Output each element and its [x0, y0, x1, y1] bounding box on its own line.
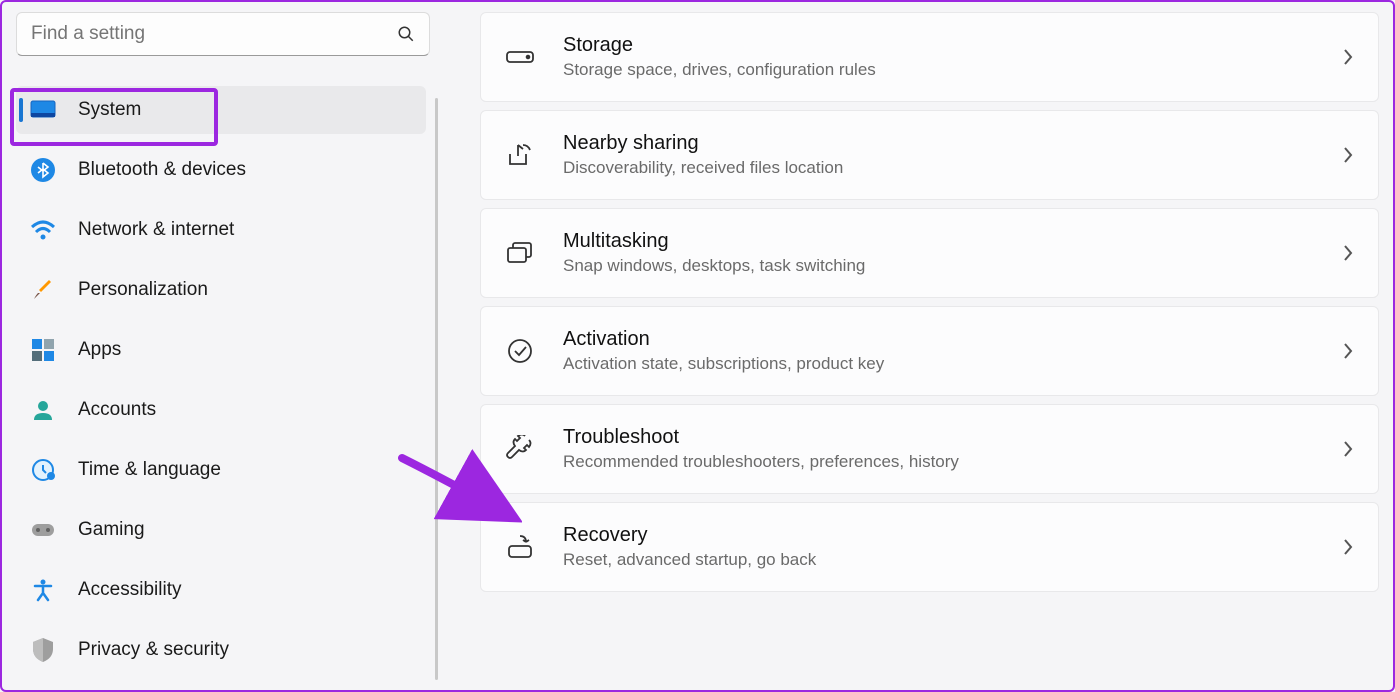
sidebar-item-gaming[interactable]: Gaming — [16, 506, 426, 554]
gamepad-icon — [30, 517, 56, 543]
brush-icon — [30, 277, 56, 303]
card-sub: Discoverability, received files location — [563, 158, 1342, 178]
sidebar-item-label: Accounts — [78, 399, 156, 421]
sidebar-item-label: System — [78, 99, 141, 121]
sidebar-item-label: Time & language — [78, 459, 221, 481]
share-icon — [499, 142, 541, 168]
storage-icon — [499, 48, 541, 66]
sidebar-item-label: Bluetooth & devices — [78, 159, 246, 181]
sidebar-item-label: Network & internet — [78, 219, 234, 241]
chevron-right-icon — [1342, 47, 1354, 67]
search-box[interactable] — [16, 12, 430, 56]
sidebar-item-time[interactable]: Time & language — [16, 446, 426, 494]
card-activation[interactable]: Activation Activation state, subscriptio… — [480, 306, 1379, 396]
card-multitasking[interactable]: Multitasking Snap windows, desktops, tas… — [480, 208, 1379, 298]
sidebar-item-personalization[interactable]: Personalization — [16, 266, 426, 314]
check-icon — [499, 338, 541, 364]
card-recovery[interactable]: Recovery Reset, advanced startup, go bac… — [480, 502, 1379, 592]
clock-icon — [30, 457, 56, 483]
access-icon — [30, 577, 56, 603]
chevron-right-icon — [1342, 439, 1354, 459]
wrench-icon — [499, 435, 541, 463]
card-sub: Recommended troubleshooters, preferences… — [563, 452, 1342, 472]
stack-icon — [499, 241, 541, 265]
sidebar-item-label: Gaming — [78, 519, 145, 541]
chevron-right-icon — [1342, 145, 1354, 165]
sidebar: System Bluetooth & devices Network & int… — [2, 2, 450, 690]
card-title: Storage — [563, 34, 1342, 57]
sidebar-item-network[interactable]: Network & internet — [16, 206, 426, 254]
nav-list: System Bluetooth & devices Network & int… — [16, 86, 450, 674]
search-icon — [397, 25, 415, 43]
wifi-icon — [30, 217, 56, 243]
card-sub: Snap windows, desktops, task switching — [563, 256, 1342, 276]
card-title: Recovery — [563, 524, 1342, 547]
card-sub: Activation state, subscriptions, product… — [563, 354, 1342, 374]
bluetooth-icon — [30, 157, 56, 183]
main-panel: Storage Storage space, drives, configura… — [450, 2, 1393, 690]
search-input[interactable] — [31, 23, 397, 45]
sidebar-item-bluetooth[interactable]: Bluetooth & devices — [16, 146, 426, 194]
sidebar-item-system[interactable]: System — [16, 86, 426, 134]
recover-icon — [499, 534, 541, 560]
card-title: Troubleshoot — [563, 426, 1342, 449]
chevron-right-icon — [1342, 341, 1354, 361]
card-sub: Storage space, drives, configuration rul… — [563, 60, 1342, 80]
card-title: Multitasking — [563, 230, 1342, 253]
sidebar-item-accessibility[interactable]: Accessibility — [16, 566, 426, 614]
person-icon — [30, 397, 56, 423]
card-troubleshoot[interactable]: Troubleshoot Recommended troubleshooters… — [480, 404, 1379, 494]
shield-icon — [30, 637, 56, 663]
sidebar-item-label: Accessibility — [78, 579, 181, 601]
sidebar-item-label: Personalization — [78, 279, 208, 301]
card-nearby-sharing[interactable]: Nearby sharing Discoverability, received… — [480, 110, 1379, 200]
sidebar-item-label: Apps — [78, 339, 121, 361]
sidebar-scrollbar[interactable] — [435, 98, 438, 680]
card-title: Nearby sharing — [563, 132, 1342, 155]
grid-icon — [30, 337, 56, 363]
card-sub: Reset, advanced startup, go back — [563, 550, 1342, 570]
sidebar-item-apps[interactable]: Apps — [16, 326, 426, 374]
monitor-icon — [30, 97, 56, 123]
sidebar-item-accounts[interactable]: Accounts — [16, 386, 426, 434]
card-title: Activation — [563, 328, 1342, 351]
chevron-right-icon — [1342, 537, 1354, 557]
chevron-right-icon — [1342, 243, 1354, 263]
sidebar-item-label: Privacy & security — [78, 639, 229, 661]
sidebar-item-privacy[interactable]: Privacy & security — [16, 626, 426, 674]
card-storage[interactable]: Storage Storage space, drives, configura… — [480, 12, 1379, 102]
